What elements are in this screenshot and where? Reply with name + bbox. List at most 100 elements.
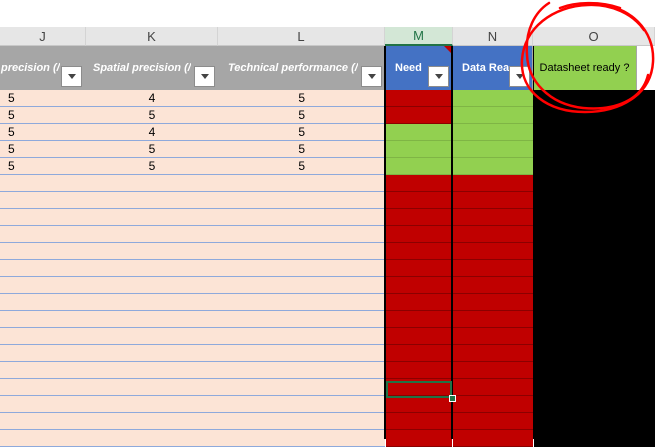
cell-k[interactable]: 5: [86, 141, 218, 158]
cell-l[interactable]: [218, 260, 385, 277]
cell-m[interactable]: [386, 141, 452, 158]
cell-n[interactable]: [453, 379, 533, 396]
cell-j[interactable]: 5: [0, 90, 86, 107]
cell-n[interactable]: [453, 277, 533, 294]
cell-j[interactable]: [0, 192, 86, 209]
cell-m[interactable]: [386, 260, 452, 277]
cell-o[interactable]: [534, 226, 655, 243]
cell-n[interactable]: [453, 192, 533, 209]
cell-j[interactable]: 5: [0, 124, 86, 141]
cell-m[interactable]: [386, 413, 452, 430]
cell-k[interactable]: [86, 226, 218, 243]
cell-l[interactable]: [218, 175, 385, 192]
cell-n[interactable]: [453, 209, 533, 226]
cell-o[interactable]: [534, 396, 655, 413]
cell-o[interactable]: [534, 90, 655, 107]
cell-o[interactable]: [534, 311, 655, 328]
cell-l[interactable]: [218, 379, 385, 396]
header-cell-l[interactable]: Technical performance (/: [218, 46, 385, 90]
cell-l[interactable]: 5: [218, 90, 385, 107]
cell-j[interactable]: [0, 294, 86, 311]
active-cell-selection[interactable]: [386, 381, 452, 398]
cell-k[interactable]: [86, 277, 218, 294]
cell-j[interactable]: 5: [0, 107, 86, 124]
cell-n[interactable]: [453, 294, 533, 311]
cell-k[interactable]: [86, 260, 218, 277]
column-header-j[interactable]: J: [0, 27, 86, 46]
cell-o[interactable]: [534, 328, 655, 345]
filter-dropdown-j[interactable]: [61, 66, 82, 87]
cell-o[interactable]: [534, 175, 655, 192]
cell-m[interactable]: [386, 226, 452, 243]
cell-o[interactable]: [534, 345, 655, 362]
cell-k[interactable]: 4: [86, 124, 218, 141]
cell-n[interactable]: [453, 311, 533, 328]
cell-j[interactable]: [0, 362, 86, 379]
cell-j[interactable]: [0, 277, 86, 294]
cell-o[interactable]: [534, 362, 655, 379]
cell-l[interactable]: [218, 294, 385, 311]
cell-n[interactable]: [453, 328, 533, 345]
header-cell-m[interactable]: Need: [385, 46, 453, 90]
column-header-k[interactable]: K: [86, 27, 218, 46]
cell-k[interactable]: [86, 328, 218, 345]
cell-n[interactable]: [453, 413, 533, 430]
cell-o[interactable]: [534, 260, 655, 277]
cell-j[interactable]: [0, 260, 86, 277]
cell-o[interactable]: [534, 141, 655, 158]
cell-j[interactable]: [0, 345, 86, 362]
filter-dropdown-n[interactable]: [509, 66, 530, 87]
cell-l[interactable]: [218, 396, 385, 413]
filter-dropdown-m[interactable]: [428, 66, 449, 87]
cell-l[interactable]: [218, 362, 385, 379]
cell-n[interactable]: [453, 141, 533, 158]
cell-o[interactable]: [534, 209, 655, 226]
cell-o[interactable]: [534, 192, 655, 209]
header-cell-o[interactable]: Datasheet ready ?: [533, 46, 637, 90]
cell-l[interactable]: [218, 209, 385, 226]
cell-l[interactable]: [218, 311, 385, 328]
cell-l[interactable]: 5: [218, 141, 385, 158]
cell-j[interactable]: [0, 379, 86, 396]
column-header-o[interactable]: O: [533, 27, 655, 46]
column-header-m[interactable]: M: [385, 27, 453, 46]
cell-j[interactable]: 5: [0, 141, 86, 158]
cell-k[interactable]: [86, 243, 218, 260]
cell-n[interactable]: [453, 175, 533, 192]
cell-l[interactable]: [218, 413, 385, 430]
cell-k[interactable]: 4: [86, 90, 218, 107]
cell-o[interactable]: [534, 277, 655, 294]
cell-k[interactable]: [86, 311, 218, 328]
cell-m[interactable]: [386, 107, 452, 124]
column-header-l[interactable]: L: [218, 27, 385, 46]
cell-n[interactable]: [453, 243, 533, 260]
cell-n[interactable]: [453, 107, 533, 124]
cell-j[interactable]: [0, 209, 86, 226]
cell-k[interactable]: [86, 379, 218, 396]
cell-m[interactable]: [386, 124, 452, 141]
cell-l[interactable]: [218, 277, 385, 294]
cell-o[interactable]: [534, 243, 655, 260]
cell-l[interactable]: [218, 192, 385, 209]
cell-m[interactable]: [386, 345, 452, 362]
cell-j[interactable]: 5: [0, 158, 86, 175]
cell-m[interactable]: [386, 294, 452, 311]
cell-o[interactable]: [534, 124, 655, 141]
cell-k[interactable]: [86, 175, 218, 192]
cell-m[interactable]: [386, 277, 452, 294]
header-cell-n[interactable]: Data Rea: [453, 46, 533, 90]
cell-m[interactable]: [386, 243, 452, 260]
cell-l[interactable]: 5: [218, 107, 385, 124]
cell-j[interactable]: [0, 328, 86, 345]
cell-o[interactable]: [534, 107, 655, 124]
cell-m[interactable]: [386, 362, 452, 379]
cell-o[interactable]: [534, 379, 655, 396]
cell-n[interactable]: [453, 345, 533, 362]
cell-o[interactable]: [534, 294, 655, 311]
cell-m[interactable]: [386, 328, 452, 345]
column-header-n[interactable]: N: [453, 27, 533, 46]
cell-l[interactable]: 5: [218, 158, 385, 175]
cell-j[interactable]: [0, 243, 86, 260]
cell-n[interactable]: [453, 396, 533, 413]
cell-k[interactable]: [86, 294, 218, 311]
